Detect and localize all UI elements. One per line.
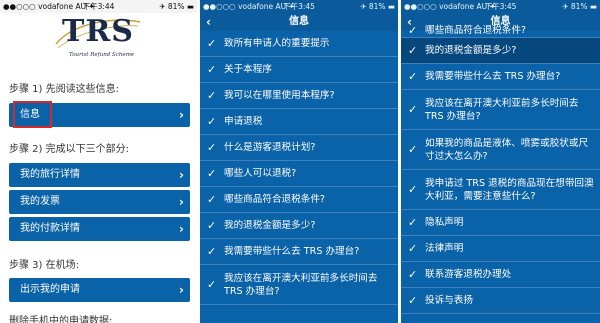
chevron-right-icon: › [179, 168, 184, 182]
step2-label: 步骤 2) 完成以下三个部分: [9, 144, 129, 155]
list-item-label: 如果我的商品是液体、喷雾或胶状或尺寸过大怎么办? [425, 137, 589, 162]
list-item[interactable]: ✓ 投诉与表扬 [401, 288, 600, 314]
show-application-button[interactable]: 出示我的申请 › [9, 278, 190, 302]
travel-details-label: 我的旅行详情 [20, 169, 80, 180]
battery-indicator: ✈ 81% ▬ [360, 2, 395, 11]
trs-home-screen: ●●○○○ vodafone AU ✦ 下午3:44 ✈ 81% ▬ TRS T… [0, 0, 197, 323]
info-list: ✓ 致所有申请人的重要提示 ✓ 关于本程序 ✓ 我可以在哪里使用本程序? ✓ 申请退税 … [200, 31, 398, 305]
list-item[interactable]: ✓ 致所有申请人的重要提示 [200, 31, 398, 57]
chevron-down-icon: ✓ [207, 218, 217, 232]
list-item[interactable]: ✓ 哪些人可以退税? [200, 161, 398, 187]
chevron-down-icon: ✓ [408, 215, 418, 229]
list-item[interactable]: ✓ 我应该在离开澳大利亚前多长时间去 TRS 办理台? [200, 265, 398, 305]
payment-details-label: 我的付款详情 [20, 223, 80, 234]
logo-subtitle: Tourist Refund Scheme [69, 52, 135, 58]
list-item-label: 隐私声明 [425, 217, 464, 228]
list-item[interactable]: ✓ 我可以在哪里使用本程序? [200, 83, 398, 109]
info-list: ✓ 哪些商品符合退税条件? ✓ 我的退税金额是多少? ✓ 我需要带些什么去 TRS 办… [401, 24, 600, 314]
chevron-down-icon: ✓ [408, 267, 418, 281]
list-item[interactable]: ✓ 关于本程序 [200, 57, 398, 83]
chevron-down-icon: ✓ [207, 166, 217, 180]
list-item-label: 我需要带些什么去 TRS 办理台? [224, 246, 360, 257]
chevron-down-icon: ✓ [408, 241, 418, 255]
list-item-label: 我的退税金额是多少? [224, 220, 316, 231]
list-item-label: 我应该在离开澳大利亚前多长时间去 TRS 办理台? [224, 272, 378, 297]
chevron-down-icon: ✓ [408, 102, 418, 116]
chevron-down-icon: ✓ [207, 140, 217, 154]
chevron-down-icon: ✓ [408, 69, 418, 83]
list-item[interactable]: ✓ 我的退税金额是多少? [200, 213, 398, 239]
chevron-down-icon: ✓ [408, 142, 418, 156]
chevron-down-icon: ✓ [408, 23, 418, 37]
info-highlight-box [13, 101, 52, 128]
list-item-label: 致所有申请人的重要提示 [224, 38, 330, 49]
list-item[interactable]: ✓ 隐私声明 [401, 210, 600, 236]
list-item-label: 联系游客退税办理处 [425, 269, 512, 280]
list-item-label: 我的退税金额是多少? [425, 45, 517, 56]
chevron-down-icon: ✓ [207, 192, 217, 206]
status-bar: ●●○○○ vodafone AU ✦ 下午3:45 ✈ 81% ▬ [401, 0, 600, 13]
payment-details-button[interactable]: 我的付款详情 › [9, 217, 190, 241]
chevron-right-icon: › [179, 108, 184, 122]
trs-logo: TRS Tourist Refund Scheme [52, 14, 144, 66]
invoices-button[interactable]: 我的发票 › [9, 190, 190, 214]
step3-label: 步骤 3) 在机场: [9, 260, 79, 271]
list-item-label: 哪些商品符合退税条件? [224, 194, 326, 205]
chevron-down-icon: ✓ [408, 293, 418, 307]
list-item-label: 我应该在离开澳大利亚前多长时间去 TRS 办理台? [425, 97, 579, 122]
list-item-label: 我可以在哪里使用本程序? [224, 90, 335, 101]
battery-indicator: ✈ 81% ▬ [562, 2, 597, 11]
list-item-label: 哪些人可以退税? [224, 168, 297, 179]
logo-text: TRS [62, 14, 134, 49]
list-item[interactable]: ✓ 申请退税 [200, 109, 398, 135]
step1-label: 步骤 1) 先阅读这些信息: [9, 84, 119, 95]
list-item[interactable]: ✓ 什么是游客退税计划? [200, 135, 398, 161]
list-item[interactable]: ✓ 联系游客退税办理处 [401, 262, 600, 288]
nav-bar: ‹ 信息 [200, 13, 398, 31]
list-item-label: 申请退税 [224, 116, 263, 127]
info-screen: ●●○○○ vodafone AU ✦ 下午3:45 ✈ 81% ▬ ‹ 信息 … [200, 0, 398, 323]
list-item[interactable]: ✓ 我应该在离开澳大利亚前多长时间去 TRS 办理台? [401, 90, 600, 130]
chevron-right-icon: › [179, 195, 184, 209]
list-item[interactable]: ✓ 我需要带些什么去 TRS 办理台? [401, 64, 600, 90]
list-item[interactable]: ✓ 我需要带些什么去 TRS 办理台? [200, 239, 398, 265]
chevron-down-icon: ✓ [207, 244, 217, 258]
status-bar: ●●○○○ vodafone AU ✦ 下午3:45 ✈ 81% ▬ [200, 0, 398, 13]
chevron-down-icon: ✓ [207, 277, 217, 291]
chevron-down-icon: ✓ [207, 36, 217, 50]
chevron-down-icon: ✓ [207, 62, 217, 76]
chevron-down-icon: ✓ [207, 88, 217, 102]
chevron-right-icon: › [179, 283, 184, 297]
battery-indicator: ✈ 81% ▬ [159, 2, 194, 11]
list-item[interactable]: ✓ 哪些商品符合退税条件? [401, 24, 600, 38]
list-item[interactable]: ✓ 如果我的商品是液体、喷雾或胶状或尺寸过大怎么办? [401, 130, 600, 170]
list-item-label: 我申请过 TRS 退税的商品现在想带回澳大利亚，需要注意些什么? [425, 177, 594, 202]
chevron-down-icon: ✓ [207, 114, 217, 128]
list-item-label: 投诉与表扬 [425, 295, 473, 306]
info-screen-scrolled: ●●○○○ vodafone AU ✦ 下午3:45 ✈ 81% ▬ ‹ 信息 … [401, 0, 600, 323]
delete-data-label: 删除手机中的申请数据: [9, 316, 113, 323]
status-bar: ●●○○○ vodafone AU ✦ 下午3:44 ✈ 81% ▬ [0, 0, 197, 13]
list-item[interactable]: ✓ 法律声明 [401, 236, 600, 262]
page-title: 信息 [289, 16, 309, 27]
list-item[interactable]: ✓ 哪些商品符合退税条件? [200, 187, 398, 213]
list-item-label: 什么是游客退税计划? [224, 142, 316, 153]
list-item-label: 哪些商品符合退税条件? [425, 25, 527, 36]
list-item-label: 法律声明 [425, 243, 464, 254]
chevron-right-icon: › [179, 222, 184, 236]
chevron-down-icon: ✓ [408, 43, 418, 57]
list-item[interactable]: ✓ 我申请过 TRS 退税的商品现在想带回澳大利亚，需要注意些什么? [401, 170, 600, 210]
show-application-label: 出示我的申请 [20, 284, 80, 295]
travel-details-button[interactable]: 我的旅行详情 › [9, 163, 190, 187]
list-item-selected[interactable]: ✓ 我的退税金额是多少? [401, 38, 600, 64]
list-item-label: 我需要带些什么去 TRS 办理台? [425, 71, 561, 82]
list-item-label: 关于本程序 [224, 64, 272, 75]
chevron-down-icon: ✓ [408, 182, 418, 196]
invoices-label: 我的发票 [20, 196, 60, 207]
